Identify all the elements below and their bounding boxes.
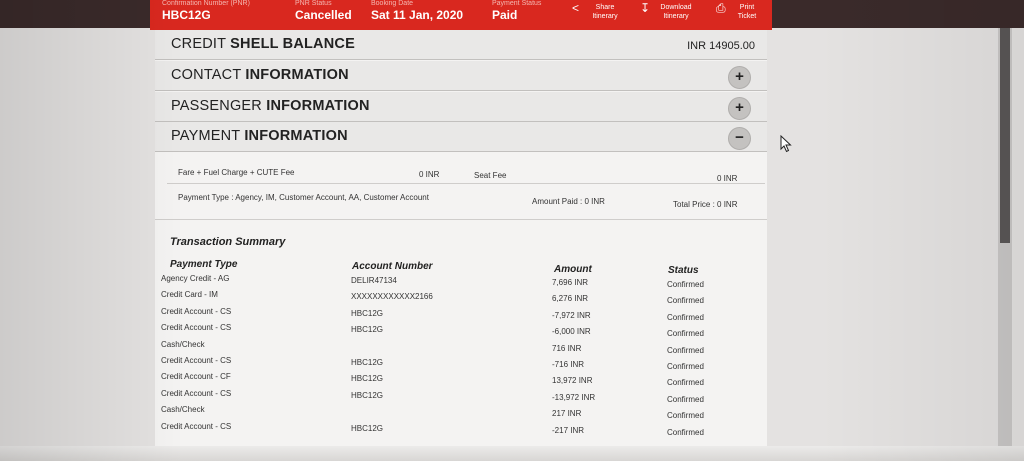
share-label-2: Itinerary: [592, 13, 618, 20]
col-header-payment-type: Payment Type: [170, 259, 238, 270]
contact-title-bold: INFORMATION: [245, 67, 349, 83]
page-scrollbar[interactable]: [998, 28, 1012, 461]
col-header-account-number: Account Number: [352, 261, 433, 272]
cell-account-number: HBC12G: [351, 308, 384, 318]
cell-amount: -217 INR: [552, 425, 585, 435]
contact-title: CONTACT INFORMATION: [171, 67, 349, 83]
passenger-expand-button[interactable]: +: [728, 97, 751, 120]
mouse-cursor-icon: [780, 135, 792, 153]
payment-status-field: Payment Status Paid: [492, 0, 541, 22]
pnr-label: Confirmation Number (PNR): [162, 0, 250, 7]
credit-shell-value: INR 14905.00: [687, 40, 755, 52]
amount-paid-text: Amount Paid : 0 INR: [532, 197, 605, 206]
cell-status: Confirmed: [667, 411, 704, 421]
fare-value: 0 INR: [419, 170, 440, 179]
download-icon: ↧: [640, 1, 651, 15]
cell-amount: 217 INR: [552, 409, 582, 419]
credit-shell-title: CREDIT SHELL BALANCE: [171, 36, 355, 52]
pnr-field: Confirmation Number (PNR) HBC12G: [162, 0, 250, 22]
cell-payment-type: Credit Card - IM: [161, 290, 218, 300]
cell-payment-type: Credit Account - CS: [161, 356, 232, 365]
transaction-summary-title: Transaction Summary: [170, 236, 286, 248]
passenger-information-section[interactable]: PASSENGER INFORMATION +: [155, 92, 767, 122]
seat-fee-label: Seat Fee: [474, 171, 507, 180]
contact-information-section[interactable]: CONTACT INFORMATION +: [155, 61, 767, 91]
cell-amount: -7,972 INR: [552, 310, 591, 320]
payment-status-value: Paid: [492, 8, 518, 22]
cell-payment-type: Credit Account - CF: [161, 372, 231, 382]
total-price-text: Total Price : 0 INR: [673, 200, 738, 209]
seat-fee-value: 0 INR: [717, 174, 738, 183]
cell-payment-type: Agency Credit - AG: [161, 274, 230, 283]
cell-status: Confirmed: [667, 362, 704, 371]
pnr-status-field: PNR Status Cancelled: [295, 0, 352, 22]
cell-amount: 716 INR: [552, 343, 582, 353]
payment-collapse-button[interactable]: −: [728, 127, 751, 150]
payment-information-section[interactable]: PAYMENT INFORMATION −: [155, 122, 767, 152]
share-icon: <: [572, 1, 580, 15]
col-header-status: Status: [668, 265, 699, 276]
cell-status: Confirmed: [667, 280, 704, 289]
cell-amount: 7,696 INR: [552, 278, 589, 287]
divider: [167, 183, 765, 184]
booking-date-label: Booking Date: [371, 0, 414, 7]
booking-header: Confirmation Number (PNR) HBC12G PNR Sta…: [150, 0, 772, 30]
cell-status: Confirmed: [667, 345, 704, 355]
contact-title-light: CONTACT: [171, 67, 242, 83]
cell-payment-type: Credit Account - CS: [161, 323, 232, 333]
booking-details-panel: CREDIT SHELL BALANCE INR 14905.00 CONTAC…: [155, 30, 767, 461]
cell-status: Confirmed: [667, 296, 704, 306]
passenger-title: PASSENGER INFORMATION: [171, 98, 370, 114]
cell-amount: -6,000 INR: [552, 327, 591, 337]
cell-account-number: HBC12G: [351, 423, 384, 433]
cell-status: Confirmed: [667, 427, 704, 437]
cell-status: Confirmed: [667, 394, 704, 404]
credit-shell-balance-section: CREDIT SHELL BALANCE INR 14905.00: [155, 30, 767, 60]
cell-account-number: DELIR47134: [351, 276, 397, 285]
divider: [155, 219, 767, 220]
cell-account-number: HBC12G: [351, 390, 384, 400]
cell-account-number: HBC12G: [351, 374, 384, 384]
cell-amount: 6,276 INR: [552, 294, 589, 304]
cell-amount: -716 INR: [552, 360, 585, 369]
cell-amount: -13,972 INR: [552, 392, 596, 402]
cell-payment-type: Credit Account - CS: [161, 388, 232, 398]
cell-amount: 13,972 INR: [552, 376, 593, 386]
credit-shell-title-bold: SHELL BALANCE: [230, 36, 355, 52]
cell-status: Confirmed: [667, 312, 704, 322]
col-header-amount: Amount: [554, 264, 592, 275]
share-itinerary-button[interactable]: < Share Itinerary: [572, 1, 628, 21]
cell-payment-type: Cash/Check: [161, 339, 205, 349]
passenger-title-light: PASSENGER: [171, 98, 262, 114]
contact-expand-button[interactable]: +: [728, 66, 751, 89]
payment-title-light: PAYMENT: [171, 128, 241, 144]
cell-status: Confirmed: [667, 378, 704, 388]
cell-account-number: HBC12G: [351, 358, 384, 367]
payment-status-label: Payment Status: [492, 0, 542, 7]
download-itinerary-button[interactable]: ↧ Download Itinerary: [640, 1, 702, 21]
booking-date-value: Sat 11 Jan, 2020: [371, 8, 464, 22]
cell-payment-type: Credit Account - CS: [161, 306, 232, 316]
print-icon: ⎙: [716, 1, 726, 15]
payment-title-bold: INFORMATION: [244, 128, 348, 144]
cell-status: Confirmed: [667, 329, 704, 339]
pnr-status-label: PNR Status: [295, 0, 332, 7]
booking-date-field: Booking Date Sat 11 Jan, 2020: [371, 0, 463, 22]
credit-shell-title-light: CREDIT: [171, 36, 226, 52]
fare-label: Fare + Fuel Charge + CUTE Fee: [178, 168, 295, 177]
print-ticket-button[interactable]: ⎙ Print Ticket: [716, 1, 764, 21]
passenger-title-bold: INFORMATION: [266, 98, 370, 114]
payment-title: PAYMENT INFORMATION: [171, 128, 348, 144]
pnr-status-value: Cancelled: [295, 8, 352, 22]
payment-type-text: Payment Type : Agency, IM, Customer Acco…: [178, 193, 429, 202]
share-label-1: Share: [595, 4, 615, 11]
cell-payment-type: Credit Account - CS: [161, 421, 232, 431]
cell-account-number: HBC12G: [351, 325, 384, 335]
scrollbar-thumb[interactable]: [1000, 28, 1010, 243]
cell-account-number: XXXXXXXXXXXX2166: [351, 292, 433, 302]
cell-payment-type: Cash/Check: [161, 405, 205, 415]
pnr-value: HBC12G: [162, 8, 211, 22]
bottom-edge: [0, 446, 1024, 461]
